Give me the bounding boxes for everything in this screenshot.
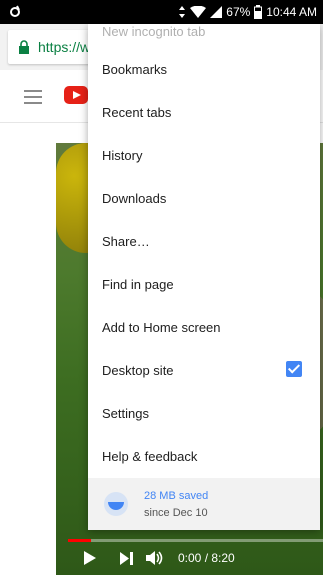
video-time: 0:00 / 8:20 [178, 551, 235, 565]
menu-item-settings[interactable]: Settings [88, 392, 320, 435]
url-text: https://w [38, 39, 91, 55]
next-icon[interactable] [120, 552, 134, 565]
data-saver-icon [104, 492, 128, 516]
desktop-site-checkbox[interactable] [286, 361, 302, 377]
battery-icon [254, 5, 263, 19]
progress-bar[interactable] [68, 539, 323, 542]
lock-icon [19, 40, 29, 54]
menu-item-find-in-page[interactable]: Find in page [88, 263, 320, 306]
data-transfer-icon [179, 6, 186, 18]
video-controls: 0:00 / 8:20 [56, 535, 323, 575]
volume-icon[interactable] [146, 550, 164, 566]
youtube-logo[interactable] [64, 86, 88, 104]
menu-item-recent-tabs[interactable]: Recent tabs [88, 91, 320, 134]
menu-item-help-feedback[interactable]: Help & feedback [88, 435, 320, 478]
menu-item-bookmarks[interactable]: Bookmarks [88, 48, 320, 91]
menu-item-new-incognito-tab[interactable]: New incognito tab [88, 24, 320, 40]
overflow-menu: New incognito tab Bookmarks Recent tabs … [88, 24, 320, 530]
menu-item-add-to-home-screen[interactable]: Add to Home screen [88, 306, 320, 349]
menu-item-desktop-site[interactable]: Desktop site [88, 349, 320, 392]
data-saver-footer[interactable]: 28 MB saved since Dec 10 [88, 478, 320, 530]
cell-signal-icon [210, 6, 223, 18]
menu-item-history[interactable]: History [88, 134, 320, 177]
wifi-icon [190, 6, 207, 18]
data-saved-amount: 28 MB saved [144, 490, 209, 502]
menu-item-downloads[interactable]: Downloads [88, 177, 320, 220]
app-notification-icon [10, 5, 20, 17]
battery-percent: 67% [226, 5, 251, 19]
status-bar: 67% 10:44 AM [0, 0, 323, 24]
progress-fill [68, 539, 91, 542]
menu-item-share[interactable]: Share… [88, 220, 320, 263]
clock: 10:44 AM [266, 5, 317, 19]
data-saved-since: since Dec 10 [144, 507, 208, 519]
play-icon[interactable] [84, 551, 96, 565]
desktop-site-label: Desktop site [102, 363, 174, 378]
hamburger-menu-icon[interactable] [24, 90, 42, 104]
